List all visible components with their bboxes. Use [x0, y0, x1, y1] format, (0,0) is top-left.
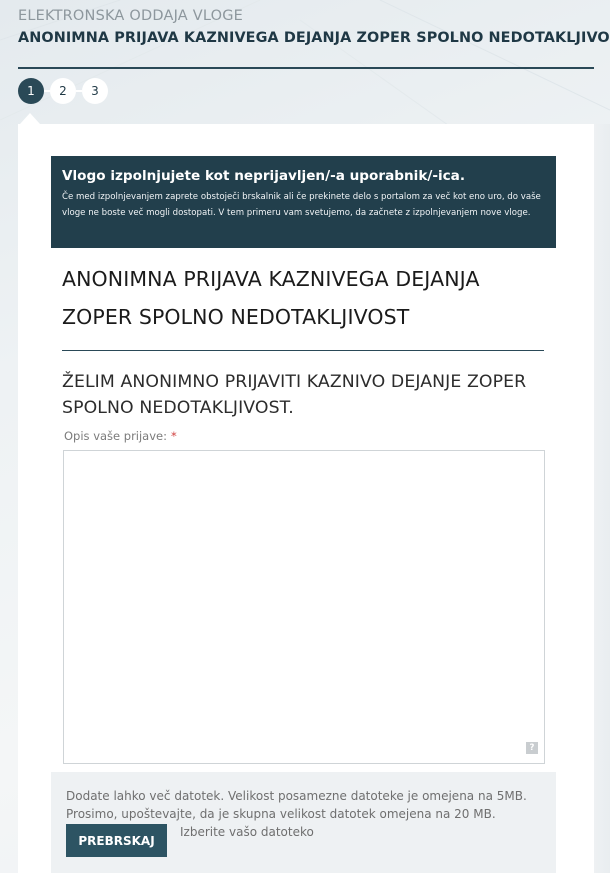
browse-button[interactable]: PREBRSKAJ — [66, 824, 167, 857]
description-label-text: Opis vaše prijave: — [64, 429, 167, 443]
step-1[interactable]: 1 — [18, 78, 44, 104]
upload-info-line-2: Prosimo, upoštevajte, da je skupna velik… — [66, 807, 496, 821]
required-marker: * — [171, 429, 177, 443]
page-title: ANONIMNA PRIJAVA KAZNIVEGA DEJANJA ZOPER… — [18, 30, 610, 46]
page-header: ELEKTRONSKA ODDAJA VLOGE ANONIMNA PRIJAV… — [18, 8, 610, 46]
form-title: ANONIMNA PRIJAVA KAZNIVEGA DEJANJA ZOPER… — [62, 267, 480, 329]
upload-info: Dodate lahko več datotek. Velikost posam… — [66, 787, 546, 823]
section-title: ŽELIM ANONIMNO PRIJAVITI KAZNIVO DEJANJE… — [62, 372, 527, 418]
notice-title: Vlogo izpolnjujete kot neprijavljen/-a u… — [62, 168, 466, 184]
description-textarea[interactable] — [63, 450, 545, 764]
upload-info-line-1: Dodate lahko več datotek. Velikost posam… — [66, 789, 527, 803]
help-icon[interactable]: ? — [526, 742, 538, 754]
form-title-divider — [62, 350, 544, 351]
breadcrumb: ELEKTRONSKA ODDAJA VLOGE — [18, 8, 244, 24]
guest-user-notice: Vlogo izpolnjujete kot neprijavljen/-a u… — [51, 156, 556, 248]
active-step-pointer — [20, 113, 40, 124]
step-3[interactable]: 3 — [82, 78, 108, 104]
step-indicator: 1 2 3 — [18, 78, 108, 104]
notice-text: Če med izpolnjevanjem zaprete obstoječi … — [62, 192, 541, 218]
card-side-background — [594, 124, 610, 873]
description-label: Opis vaše prijave: * — [64, 429, 177, 443]
file-selection-label: Izberite vašo datoteko — [180, 825, 314, 839]
step-2[interactable]: 2 — [50, 78, 76, 104]
header-divider — [18, 67, 594, 69]
